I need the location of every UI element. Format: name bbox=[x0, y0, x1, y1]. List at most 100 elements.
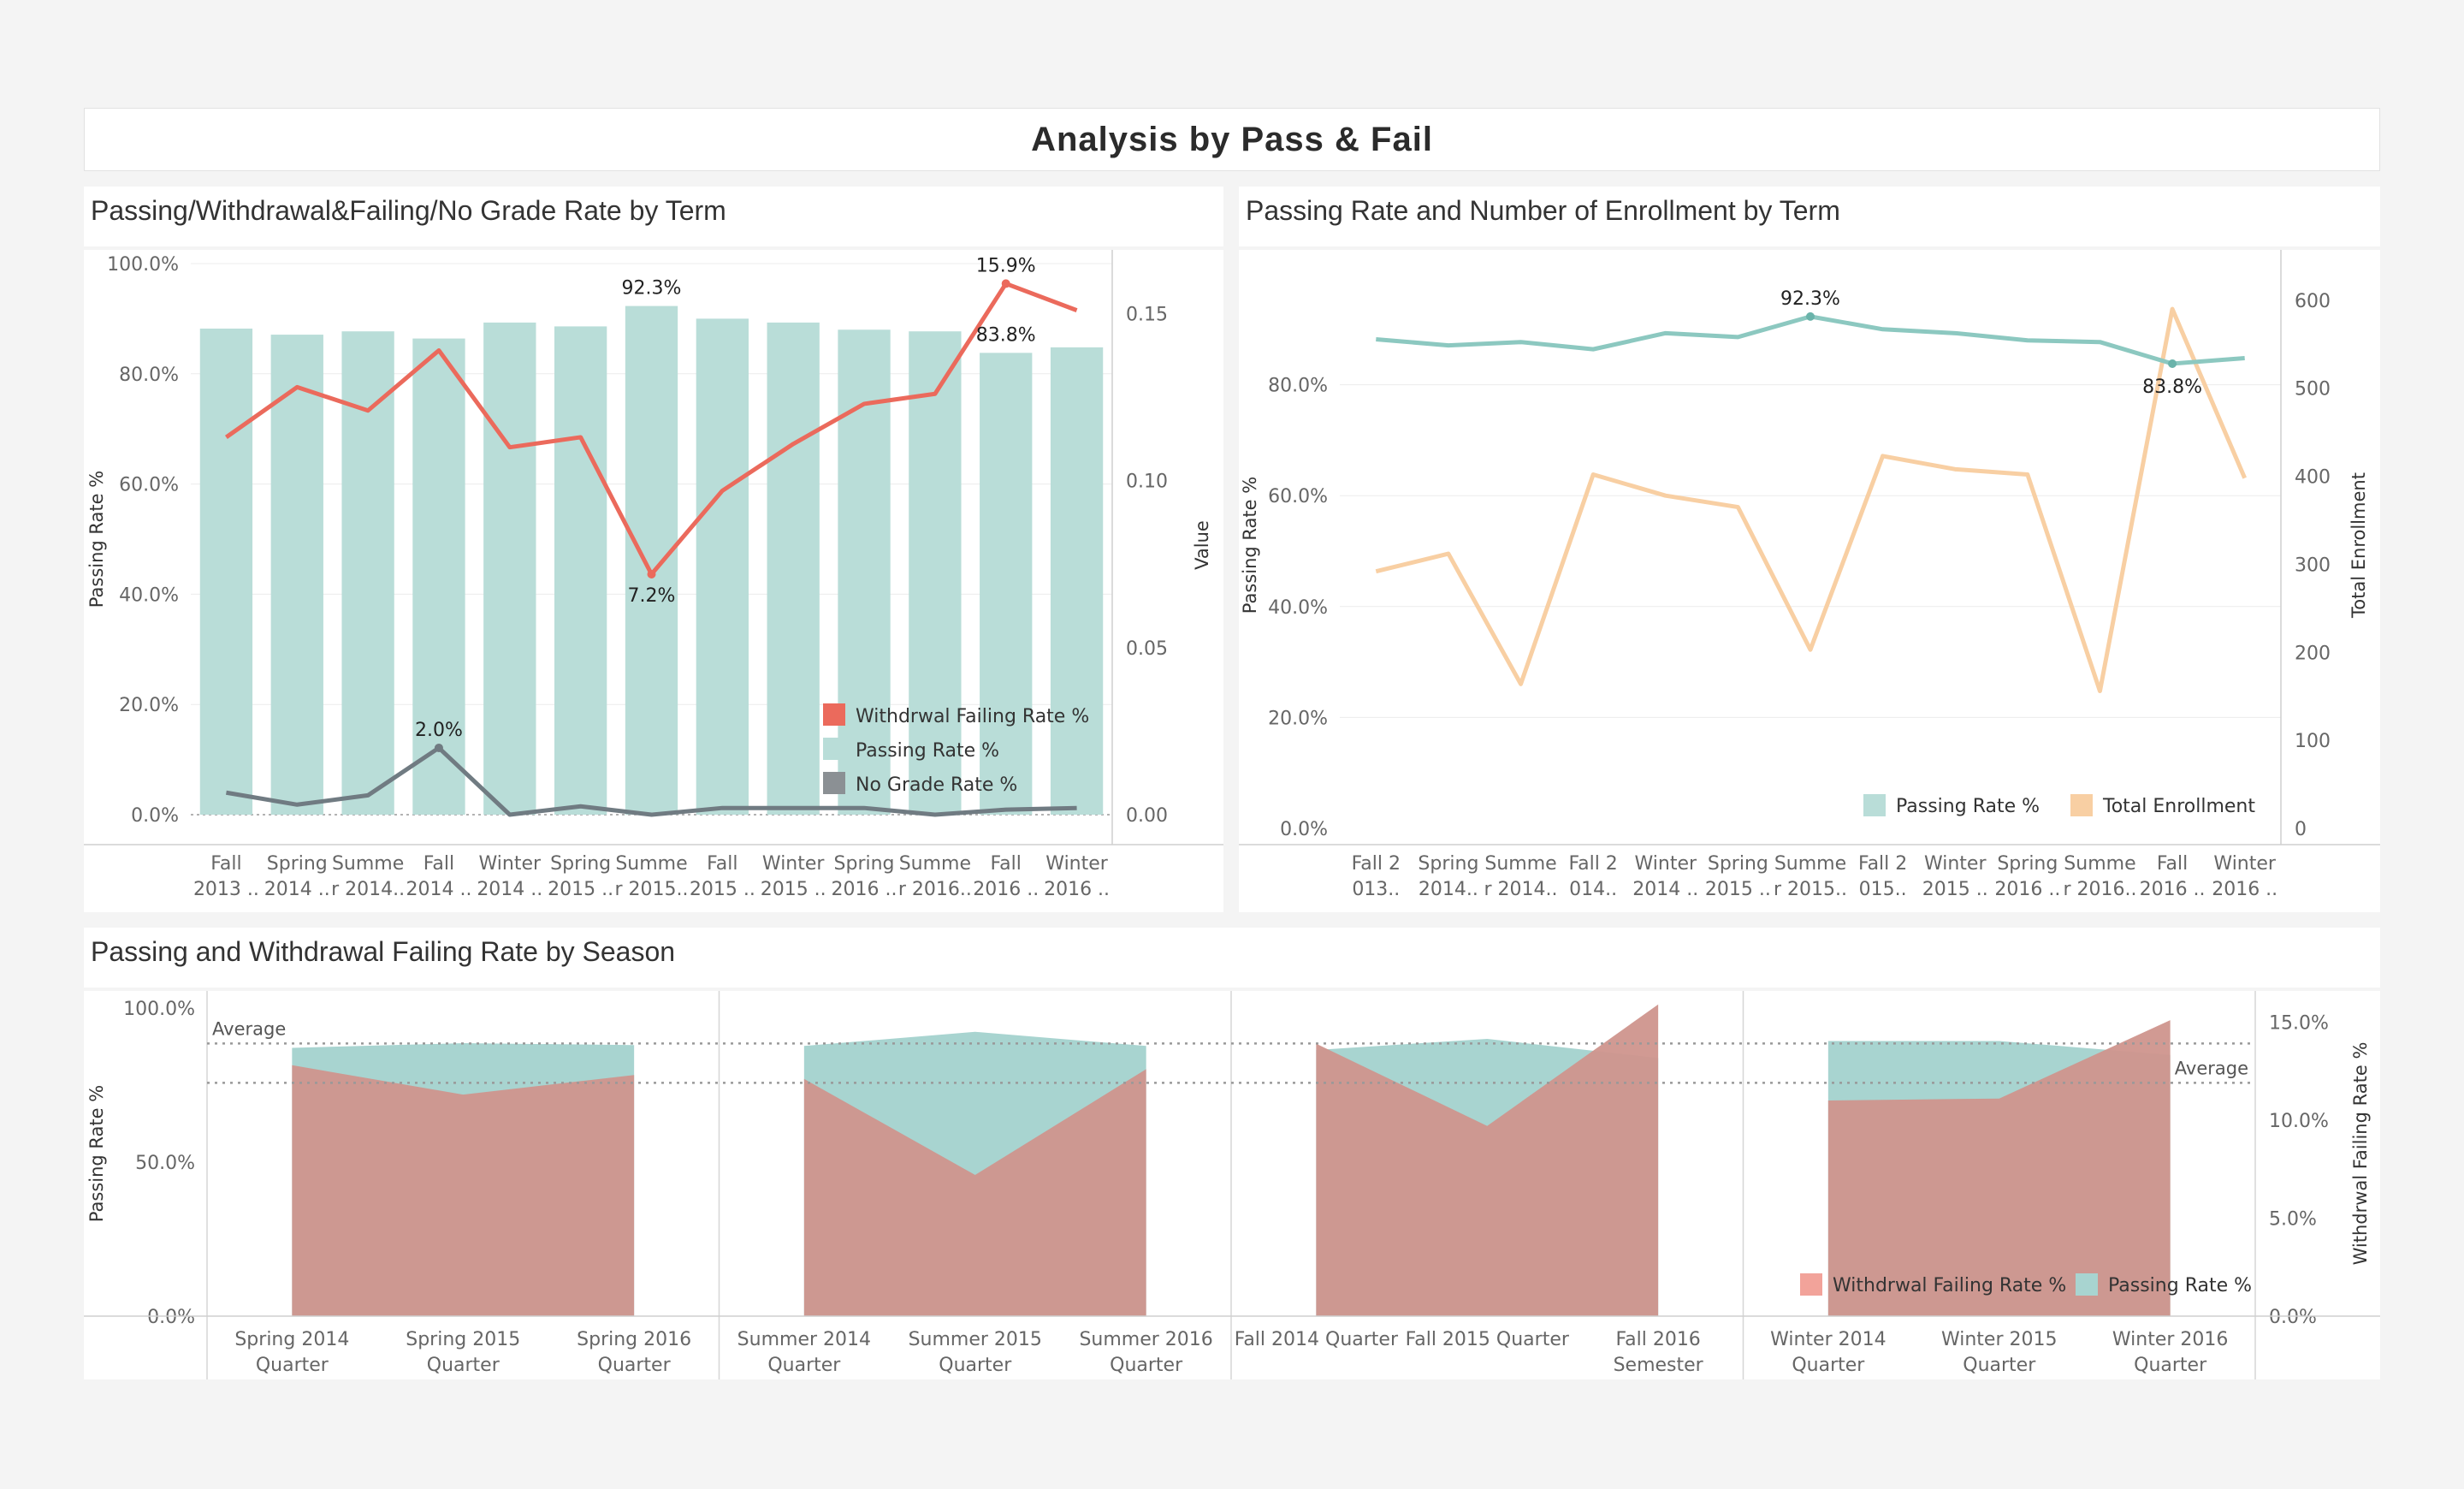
y2-tick-label: 0.0% bbox=[2269, 1307, 2317, 1328]
y2-tick-label: 500 bbox=[2295, 379, 2331, 400]
x-tick-label: Winter 2015 bbox=[1941, 1329, 2058, 1350]
chart3-panel[interactable]: 100.0% 50.0% 0.0% 15.0% 10.0% 5.0% 0.0% Spring … bbox=[84, 991, 2380, 1379]
y2-axis-title: Withdrwal Failing Rate % bbox=[2350, 1042, 2371, 1266]
x-tick-label: 2016 .. bbox=[1044, 879, 1110, 900]
y2-tick-label: 600 bbox=[2295, 291, 2331, 312]
x-tick-label: 2016 .. bbox=[1994, 879, 2060, 900]
y2-tick-label: 10.0% bbox=[2269, 1111, 2329, 1132]
x-tick-label: Quarter bbox=[1110, 1355, 1183, 1376]
legend-swatch bbox=[823, 772, 845, 794]
x-tick-label: 2015 .. bbox=[1705, 879, 1771, 900]
y-tick-label: 80.0% bbox=[1268, 376, 1328, 397]
y2-tick-label: 0 bbox=[2295, 819, 2307, 840]
y-tick-label: 0.0% bbox=[147, 1307, 195, 1328]
legend-item: Passing Rate % bbox=[856, 740, 999, 762]
x-tick-label: Fall 2016 bbox=[1615, 1329, 1700, 1350]
x-tick-label: Quarter bbox=[1963, 1355, 2036, 1376]
x-tick-label: Spring 2016 bbox=[577, 1329, 691, 1350]
withdrawal-failing-area bbox=[292, 1065, 635, 1316]
chart3-svg: 100.0% 50.0% 0.0% 15.0% 10.0% 5.0% 0.0% Spring … bbox=[84, 991, 2380, 1379]
x-tick-label: Quarter bbox=[2134, 1355, 2207, 1376]
legend-swatch bbox=[1863, 794, 1886, 816]
x-tick-label: Fall 2015 Quarter bbox=[1406, 1329, 1570, 1350]
x-tick-label: Quarter bbox=[427, 1355, 500, 1376]
chart2-svg: 80.0% 60.0% 40.0% 20.0% 0.0% 600 500 400 300 200 1… bbox=[1239, 250, 2380, 900]
average-label: Average bbox=[212, 1018, 286, 1039]
x-tick-label: Quarter bbox=[1792, 1355, 1865, 1376]
y2-tick-label: 300 bbox=[2295, 555, 2331, 576]
legend-swatch bbox=[1800, 1273, 1822, 1296]
legend-swatch bbox=[823, 738, 845, 760]
x-tick-label: r 2016.. bbox=[898, 879, 972, 900]
passing-rate-bar bbox=[767, 322, 820, 816]
y2-tick-label: 0.10 bbox=[1126, 472, 1168, 493]
x-tick-label: 2014.. bbox=[1419, 879, 1478, 900]
data-label: 92.3% bbox=[1780, 288, 1840, 310]
chart2-panel[interactable]: 80.0% 60.0% 40.0% 20.0% 0.0% 600 500 400 300 200 1… bbox=[1239, 250, 2380, 912]
x-tick-label: Summe bbox=[1774, 853, 1846, 875]
x-tick-label: Quarter bbox=[939, 1355, 1012, 1376]
y2-tick-label: 0.05 bbox=[1126, 638, 1168, 660]
chart1-title-panel: Passing/Withdrawal&Failing/No Grade Rate… bbox=[84, 187, 1223, 246]
x-tick-label: 2016 .. bbox=[2140, 879, 2206, 900]
x-tick-label: 2015 .. bbox=[690, 879, 755, 900]
x-tick-label: Spring bbox=[834, 853, 895, 875]
passing-rate-bar bbox=[412, 338, 465, 815]
legend-item: No Grade Rate % bbox=[856, 774, 1017, 796]
x-tick-label: Quarter bbox=[767, 1355, 841, 1376]
chart3-title: Passing and Withdrawal Failing Rate by S… bbox=[91, 936, 676, 967]
data-label: 83.8% bbox=[2142, 377, 2202, 398]
chart1-title: Passing/Withdrawal&Failing/No Grade Rate… bbox=[91, 195, 726, 226]
dashboard-title-bar: Analysis by Pass & Fail bbox=[84, 108, 2380, 171]
x-tick-label: Fall bbox=[991, 853, 1022, 875]
x-tick-label: 013.. bbox=[1352, 879, 1400, 900]
x-tick-label: Summe bbox=[1484, 853, 1556, 875]
x-tick-label: Fall 2 bbox=[1352, 853, 1401, 875]
y-tick-label: 0.0% bbox=[131, 805, 179, 827]
y-tick-label: 50.0% bbox=[135, 1153, 195, 1174]
data-label: 83.8% bbox=[976, 324, 1036, 346]
y2-axis-title: Value bbox=[1192, 520, 1212, 570]
data-label: 2.0% bbox=[415, 720, 463, 741]
y-tick-label: 100.0% bbox=[107, 254, 179, 276]
x-tick-label: 015.. bbox=[1859, 879, 1907, 900]
y2-tick-label: 100 bbox=[2295, 731, 2331, 752]
x-tick-label: Winter bbox=[1045, 853, 1108, 875]
x-tick-label: r 2014.. bbox=[331, 879, 405, 900]
passing-rate-bar bbox=[199, 328, 253, 815]
x-tick-label: r 2014.. bbox=[1484, 879, 1558, 900]
data-point-marker bbox=[2168, 359, 2177, 368]
y-tick-label: 60.0% bbox=[119, 475, 179, 496]
y-tick-label: 20.0% bbox=[119, 695, 179, 716]
x-tick-label: 2015 .. bbox=[761, 879, 826, 900]
chart1-panel[interactable]: 100.0% 80.0% 60.0% 40.0% 20.0% 0.0% 0.15 0.10 0.… bbox=[84, 250, 1223, 912]
passing-rate-bar bbox=[625, 306, 678, 815]
data-label: 7.2% bbox=[628, 585, 676, 607]
y-tick-label: 20.0% bbox=[1268, 708, 1328, 729]
x-tick-label: 2013 .. bbox=[193, 879, 259, 900]
x-tick-label: r 2015.. bbox=[614, 879, 688, 900]
legend-item: Withdrwal Failing Rate % bbox=[856, 706, 1089, 727]
x-tick-label: Summe bbox=[2064, 853, 2135, 875]
y-tick-label: 40.0% bbox=[119, 584, 179, 606]
chart2-title-panel: Passing Rate and Number of Enrollment by… bbox=[1239, 187, 2380, 246]
x-tick-label: r 2016.. bbox=[2063, 879, 2136, 900]
x-tick-label: Quarter bbox=[598, 1355, 672, 1376]
x-tick-label: Summer 2014 bbox=[737, 1329, 871, 1350]
y-axis-title: Passing Rate % bbox=[86, 1085, 107, 1222]
legend-swatch bbox=[823, 703, 845, 726]
x-tick-label: Summer 2016 bbox=[1079, 1329, 1212, 1350]
legend-item: Passing Rate % bbox=[1896, 796, 2040, 817]
x-tick-label: Fall 2 bbox=[1858, 853, 1907, 875]
x-tick-label: Quarter bbox=[256, 1355, 329, 1376]
data-point-marker bbox=[647, 569, 656, 578]
y2-tick-label: 0.15 bbox=[1126, 305, 1168, 326]
x-tick-label: Fall 2 bbox=[1568, 853, 1617, 875]
x-tick-label: 014.. bbox=[1569, 879, 1617, 900]
data-point-marker bbox=[1806, 311, 1815, 321]
x-tick-label: Summe bbox=[332, 853, 404, 875]
x-tick-label: Winter bbox=[762, 853, 825, 875]
y-tick-label: 80.0% bbox=[119, 365, 179, 386]
x-tick-label: 2015 .. bbox=[548, 879, 613, 900]
x-tick-label: 2014 .. bbox=[264, 879, 330, 900]
